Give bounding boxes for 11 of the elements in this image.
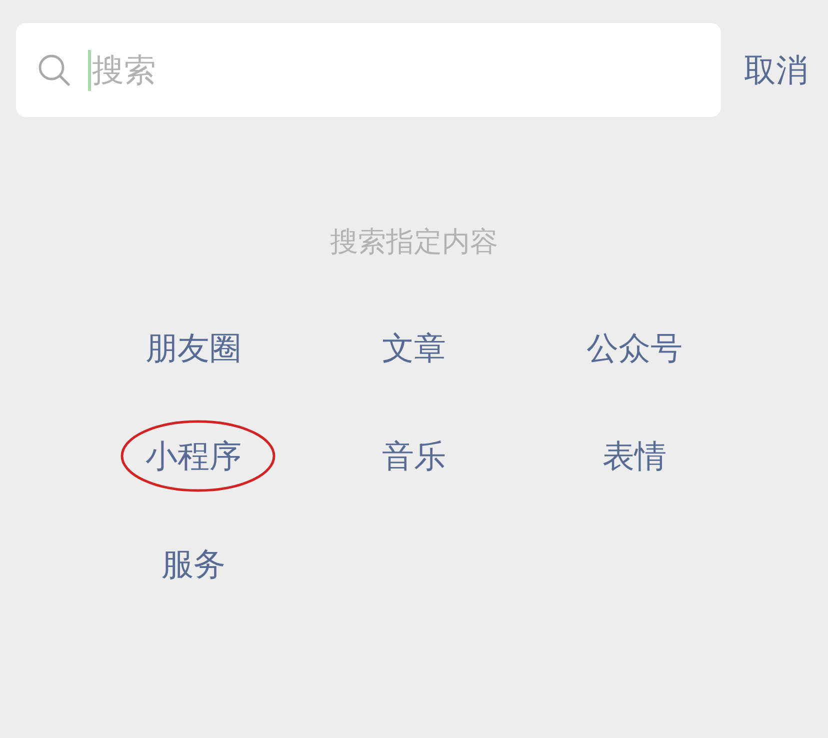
category-link[interactable]: 文章 xyxy=(382,326,446,370)
search-input[interactable]: 搜索 xyxy=(92,48,705,92)
search-icon xyxy=(38,54,70,86)
category-link[interactable]: 表情 xyxy=(602,434,667,478)
section-title: 搜索指定内容 xyxy=(329,224,499,260)
cancel-button[interactable]: 取消 xyxy=(744,48,808,92)
category-link[interactable]: 音乐 xyxy=(382,434,446,478)
search-field[interactable]: 搜索 xyxy=(16,23,721,117)
category-link[interactable]: 公众号 xyxy=(586,326,683,370)
category-link[interactable]: 朋友圈 xyxy=(145,326,242,370)
category-link[interactable]: 服务 xyxy=(161,542,226,586)
